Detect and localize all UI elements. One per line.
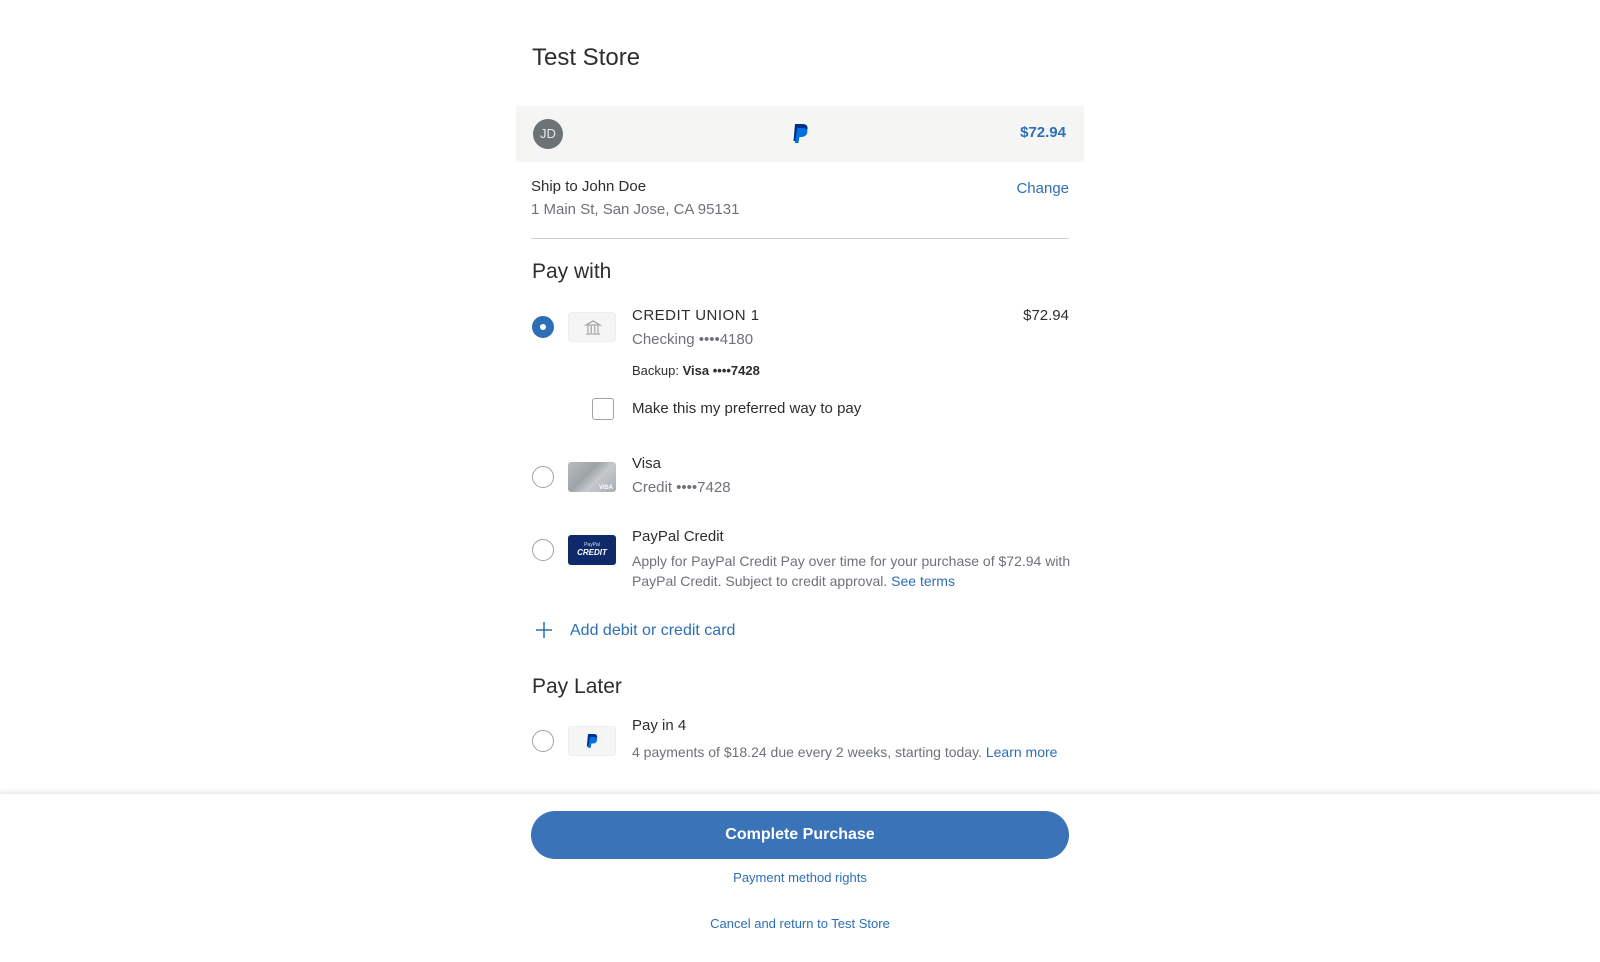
complete-purchase-button[interactable]: Complete Purchase <box>531 811 1069 859</box>
radio-paypal-credit[interactable] <box>532 539 554 561</box>
method-name-pay-in-4: Pay in 4 <box>632 717 687 734</box>
method-name-credit-union: CREDIT UNION 1 <box>632 307 760 324</box>
ship-to-name: Ship to John Doe <box>531 178 647 195</box>
credit-icon-bottom: CREDIT <box>577 548 607 557</box>
preferred-checkbox[interactable] <box>592 398 614 420</box>
preferred-checkbox-label[interactable]: Make this my preferred way to pay <box>632 400 861 417</box>
pay-later-title: Pay Later <box>532 675 622 698</box>
cancel-row: Cancel and return to Test Store <box>0 916 1600 931</box>
pay-with-title: Pay with <box>532 260 612 283</box>
method-sub-credit-union: Checking ••••4180 <box>632 331 754 348</box>
paypal-credit-icon: PayPal CREDIT <box>568 535 616 565</box>
footer: Complete Purchase Payment method rights … <box>0 793 1600 962</box>
cancel-return-link[interactable]: Cancel and return to Test Store <box>710 916 890 931</box>
add-card-label: Add debit or credit card <box>570 622 736 639</box>
visa-card-icon: VISA <box>568 462 616 492</box>
header-amount[interactable]: $72.94 <box>1020 124 1066 141</box>
method-desc-pay-in-4-wrap: 4 payments of $18.24 due every 2 weeks, … <box>632 742 1092 762</box>
backup-value: Visa ••••7428 <box>682 363 760 378</box>
see-terms-link[interactable]: See terms <box>891 573 955 589</box>
radio-credit-union[interactable] <box>532 316 554 338</box>
shipping-section: Ship to John Doe 1 Main St, San Jose, CA… <box>531 178 1069 238</box>
checkout-page: Test Store JD $72.94 Ship to John Doe 1 … <box>0 0 1600 962</box>
backup-funding: Backup: Visa ••••7428 <box>632 363 760 378</box>
payment-method-rights-link[interactable]: Payment method rights <box>733 870 867 885</box>
payment-rights-row: Payment method rights <box>0 870 1600 885</box>
divider <box>531 238 1069 239</box>
backup-label: Backup: <box>632 363 679 378</box>
paypal-logo-icon <box>793 124 808 143</box>
method-name-visa: Visa <box>632 455 661 472</box>
paypal-credit-description: Apply for PayPal Credit Pay over time fo… <box>632 553 1071 589</box>
radio-pay-in-4[interactable] <box>532 730 554 752</box>
pay-in-4-description: 4 payments of $18.24 due every 2 weeks, … <box>632 744 982 760</box>
method-amount-credit-union: $72.94 <box>1023 307 1069 324</box>
avatar[interactable]: JD <box>533 119 563 149</box>
order-summary-bar: JD $72.94 <box>516 106 1084 162</box>
bank-icon <box>568 312 616 342</box>
change-shipping-link[interactable]: Change <box>1016 180 1069 197</box>
method-sub-visa: Credit ••••7428 <box>632 479 731 496</box>
paypal-icon <box>568 726 616 756</box>
store-title: Test Store <box>532 44 641 71</box>
radio-visa[interactable] <box>532 466 554 488</box>
visa-icon-text: VISA <box>598 485 613 491</box>
plus-icon <box>536 622 552 638</box>
method-name-paypal-credit: PayPal Credit <box>632 528 724 545</box>
learn-more-link[interactable]: Learn more <box>986 744 1058 760</box>
ship-to-address: 1 Main St, San Jose, CA 95131 <box>531 201 740 218</box>
method-desc-paypal-credit: Apply for PayPal Credit Pay over time fo… <box>632 551 1072 591</box>
